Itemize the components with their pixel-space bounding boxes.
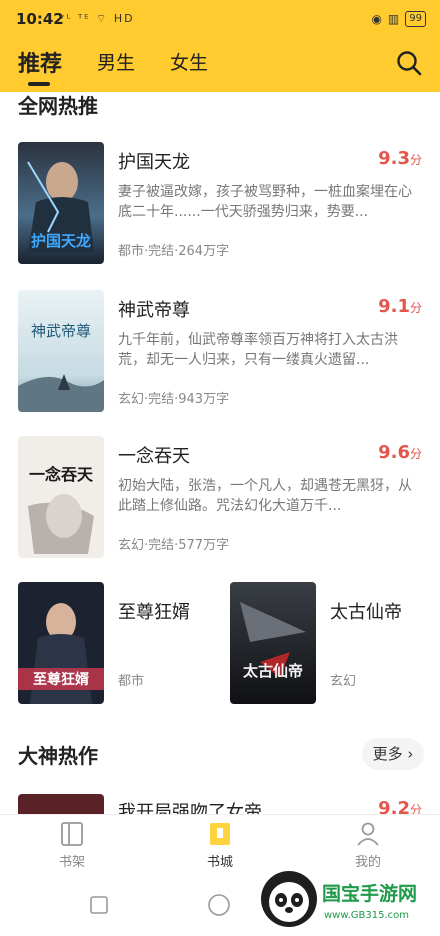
tab-male[interactable]: 男生 xyxy=(97,48,135,75)
book-card[interactable]: 神武帝尊 神武帝尊 9.1分 九千年前，仙武帝尊率领百万神将打入太古洪荒，却无一… xyxy=(18,290,428,416)
book-meta: 都市·完结·264万字 xyxy=(118,244,230,259)
home-icon[interactable] xyxy=(208,894,230,916)
bookshelf-icon xyxy=(61,822,83,846)
vibrate-icon: ▥ xyxy=(387,12,400,26)
alarm-icon: ◉ xyxy=(371,12,382,26)
book-title[interactable]: 护国天龙 xyxy=(118,148,190,174)
profile-icon xyxy=(357,822,379,846)
book-cover[interactable]: 至尊狂婿 xyxy=(18,582,104,704)
recent-apps-icon[interactable] xyxy=(90,896,108,914)
book-meta: 玄幻 xyxy=(330,674,357,689)
nav-bookshelf[interactable]: 书架 xyxy=(32,821,112,870)
book-card-small[interactable]: 至尊狂婿 至尊狂婿 都市 xyxy=(18,582,218,708)
tab-recommend[interactable]: 推荐 xyxy=(18,46,62,78)
cover-title: 神武帝尊 xyxy=(31,322,91,340)
section-title-great-works: 大神热作 xyxy=(18,744,98,768)
book-description: 初始大陆，张浩，一个凡人，却遇苍无黑犽，从此踏上修仙路。咒法幻化大道万千... xyxy=(118,478,412,514)
cover-title: 至尊狂婿 xyxy=(33,671,90,688)
book-card[interactable]: 我开局强吻了女帝 9.2分 xyxy=(18,794,428,814)
book-card[interactable]: 护国天龙 护国天龙 9.3分 妻子被逼改嫁，孩子被骂野种，一桩血案埋在心底二十年… xyxy=(18,142,428,268)
book-title[interactable]: 一念吞天 xyxy=(118,442,190,468)
book-meta: 都市 xyxy=(118,674,145,689)
book-cover[interactable]: 太古仙帝 xyxy=(230,582,316,704)
watermark-url: www.GB315.com xyxy=(324,910,409,921)
book-cover[interactable] xyxy=(18,794,104,814)
watermark-logo: 国宝手游网 www.GB315.com xyxy=(258,866,440,932)
category-tabs: 推荐 男生 女生 xyxy=(0,40,440,92)
book-title[interactable]: 我开局强吻了女帝 xyxy=(118,798,262,814)
book-card[interactable]: 一念吞天 一念吞天 9.6分 初始大陆，张浩，一个凡人，却遇苍无黑犽，从此踏上修… xyxy=(18,436,428,562)
nav-profile[interactable]: 我的 xyxy=(328,821,408,870)
cover-title: 一念吞天 xyxy=(29,465,94,484)
battery-icon: 99 xyxy=(405,11,426,27)
book-cover[interactable]: 护国天龙 xyxy=(18,142,104,264)
signal-wifi-icons: ᵛᴸ ᵀᴱ ⌔ HD xyxy=(60,12,135,25)
book-meta: 玄幻·完结·943万字 xyxy=(118,392,230,407)
book-card-small[interactable]: 太古仙帝 太古仙帝 玄幻 xyxy=(230,582,430,708)
nav-label: 书城 xyxy=(206,855,233,870)
book-score: 9.6分 xyxy=(378,442,422,463)
search-icon[interactable] xyxy=(396,50,422,76)
cover-title: 护国天龙 xyxy=(31,232,91,250)
book-cover[interactable]: 一念吞天 xyxy=(18,436,104,558)
book-score: 9.1分 xyxy=(378,296,422,317)
book-score: 9.3分 xyxy=(378,148,422,169)
watermark-brand: 国宝手游网 xyxy=(322,882,417,905)
tab-female[interactable]: 女生 xyxy=(170,48,208,75)
book-cover[interactable]: 神武帝尊 xyxy=(18,290,104,412)
nav-label: 书架 xyxy=(58,855,85,870)
nav-bookstore[interactable]: 书城 xyxy=(180,821,260,870)
book-description: 妻子被逼改嫁，孩子被骂野种，一桩血案埋在心底二十年......一代天骄强势归来，… xyxy=(118,184,412,220)
book-description: 九千年前，仙武帝尊率领百万神将打入太古洪荒，却无一人归来，只有一缕真火遗留... xyxy=(118,332,398,368)
bookstore-icon xyxy=(210,823,230,845)
status-right-icons: ◉ ▥ 99 xyxy=(371,11,426,27)
book-title[interactable]: 神武帝尊 xyxy=(118,296,190,322)
more-button[interactable]: 更多 › xyxy=(362,738,424,770)
status-time: 10:42 xyxy=(16,10,64,28)
book-title[interactable]: 太古仙帝 xyxy=(330,598,402,624)
section-title-hot: 全网热推 xyxy=(18,94,98,118)
book-score: 9.2分 xyxy=(378,798,422,814)
book-title[interactable]: 至尊狂婿 xyxy=(118,598,190,624)
active-tab-indicator xyxy=(28,82,50,86)
book-meta: 玄幻·完结·577万字 xyxy=(118,538,230,553)
status-bar: 10:42 ᵛᴸ ᵀᴱ ⌔ HD ◉ ▥ 99 xyxy=(0,0,440,40)
cover-title: 太古仙帝 xyxy=(243,662,303,680)
app-header: 10:42 ᵛᴸ ᵀᴱ ⌔ HD ◉ ▥ 99 推荐 男生 女生 xyxy=(0,0,440,92)
